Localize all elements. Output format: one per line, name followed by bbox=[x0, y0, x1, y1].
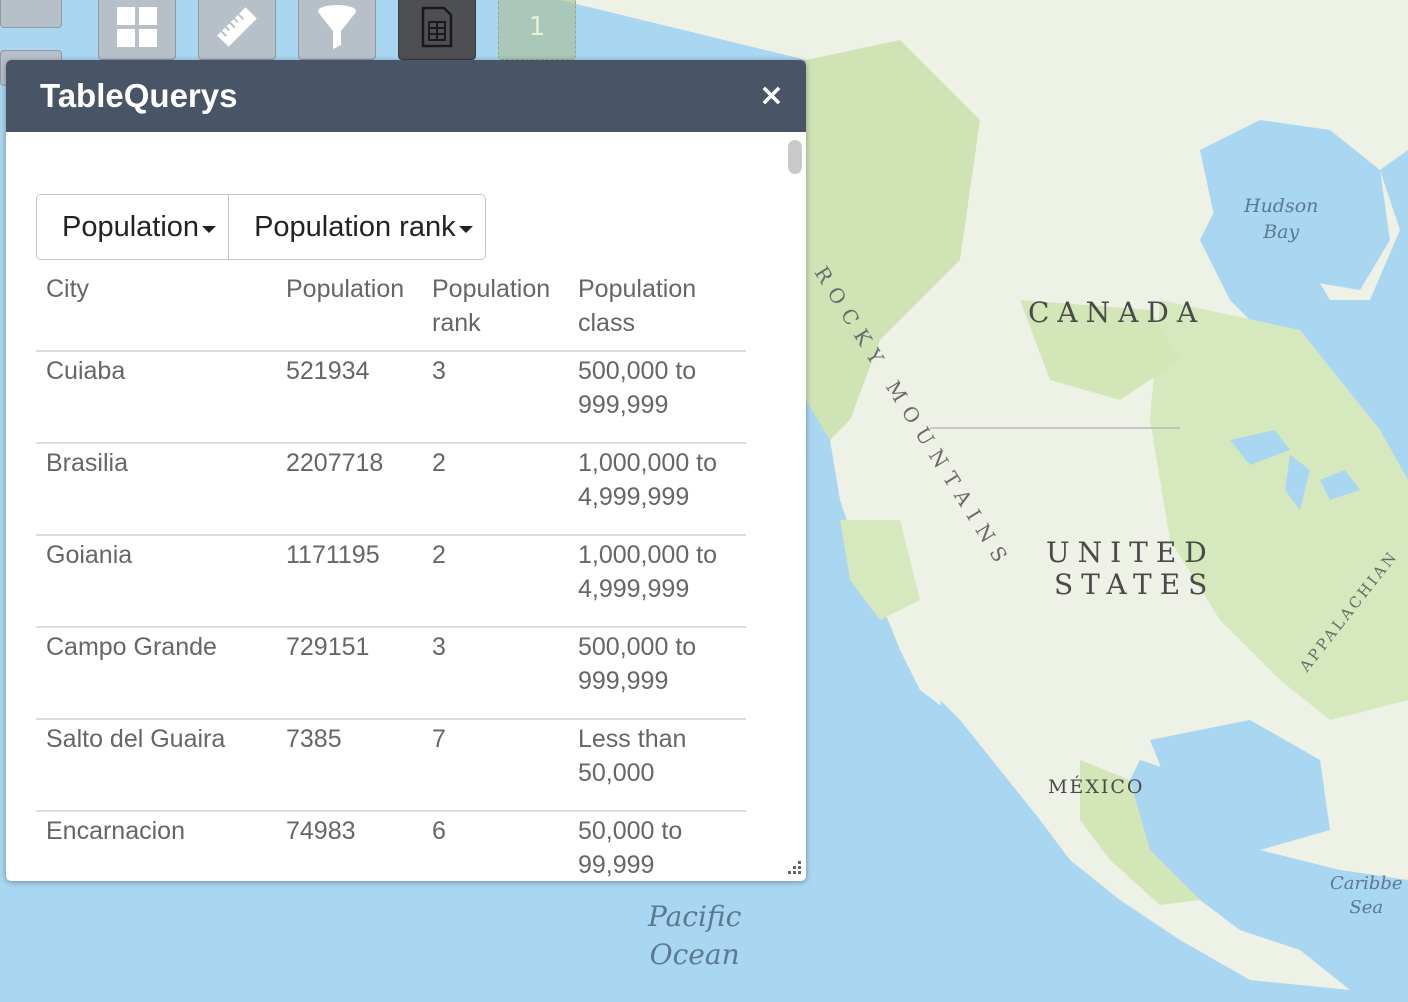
city-cell: Encarnacion bbox=[36, 810, 276, 881]
population-dropdown-label: Population bbox=[62, 210, 200, 243]
results-table: City Population Population rank Populati… bbox=[36, 270, 746, 881]
filter-funnel-icon bbox=[318, 5, 356, 49]
widgets-grid-icon bbox=[117, 7, 157, 47]
population-cell: 2207718 bbox=[276, 442, 422, 535]
population-rank-cell: 3 bbox=[422, 350, 568, 443]
table-row[interactable]: Encarnacion 74983 6 50,000 to 99,999 bbox=[36, 810, 746, 881]
table-button[interactable] bbox=[398, 0, 476, 60]
hudson-bay-line1: Hudson bbox=[1244, 195, 1319, 217]
measure-button[interactable] bbox=[198, 0, 276, 60]
table-row[interactable]: Cuiaba 521934 3 500,000 to 999,999 bbox=[36, 350, 746, 443]
widgets-button[interactable] bbox=[98, 0, 176, 60]
population-class-cell: Less than 50,000 bbox=[568, 718, 746, 811]
population-rank-dropdown-label: Population rank bbox=[254, 210, 456, 243]
filter-button[interactable] bbox=[298, 0, 376, 60]
population-cell: 1171195 bbox=[276, 534, 422, 627]
caribbean-sea-label: Caribbe Sea bbox=[1330, 872, 1403, 921]
table-row[interactable]: Salto del Guaira 7385 7 Less than 50,000 bbox=[36, 718, 746, 811]
population-rank-cell: 2 bbox=[422, 442, 568, 535]
panel-scrollbar[interactable] bbox=[786, 136, 802, 871]
canada-label: CANADA bbox=[1028, 296, 1206, 329]
table-row[interactable]: Goiania 1171195 2 1,000,000 to 4,999,999 bbox=[36, 534, 746, 627]
population-cell: 74983 bbox=[276, 810, 422, 881]
city-cell: Salto del Guaira bbox=[36, 718, 276, 811]
widget-toolbar: 1 bbox=[0, 0, 600, 60]
population-class-cell: 1,000,000 to 4,999,999 bbox=[568, 442, 746, 535]
population-dropdown[interactable]: Population bbox=[37, 195, 229, 259]
table-header-row: City Population Population rank Populati… bbox=[36, 270, 746, 351]
hudson-bay-line2: Bay bbox=[1263, 220, 1300, 243]
pacific-ocean-label: Pacific Ocean bbox=[648, 898, 741, 974]
population-rank-cell: 2 bbox=[422, 534, 568, 627]
city-cell: Goiania bbox=[36, 534, 276, 627]
caribbean-sea-line2: Sea bbox=[1349, 897, 1384, 919]
population-cell: 7385 bbox=[276, 718, 422, 811]
column-header-population[interactable]: Population bbox=[276, 270, 422, 351]
city-cell: Brasilia bbox=[36, 442, 276, 535]
column-header-population-class[interactable]: Population class bbox=[568, 270, 746, 351]
united-states-label-line1: UNITED bbox=[1046, 536, 1215, 569]
population-class-cell: 500,000 to 999,999 bbox=[568, 350, 746, 443]
city-cell: Campo Grande bbox=[36, 626, 276, 719]
caret-down-icon bbox=[202, 225, 217, 233]
panel-header[interactable]: TableQuerys × bbox=[6, 60, 806, 132]
population-rank-dropdown[interactable]: Population rank bbox=[228, 195, 485, 259]
panel-body: Population Population rank City Populati… bbox=[6, 132, 806, 881]
caribbean-sea-line1: Caribbe bbox=[1330, 873, 1403, 894]
population-cell: 729151 bbox=[276, 626, 422, 719]
population-rank-cell: 6 bbox=[422, 810, 568, 881]
population-class-cell: 50,000 to 99,999 bbox=[568, 810, 746, 881]
field-dropdown-group: Population Population rank bbox=[36, 194, 486, 260]
resize-grip-icon[interactable] bbox=[784, 859, 802, 877]
population-rank-cell: 7 bbox=[422, 718, 568, 811]
caret-down-icon bbox=[458, 225, 473, 233]
united-states-label-line2: STATES bbox=[1054, 568, 1216, 601]
population-cell: 521934 bbox=[276, 350, 422, 443]
population-class-cell: 1,000,000 to 4,999,999 bbox=[568, 534, 746, 627]
table-querys-panel: TableQuerys × Population Population rank… bbox=[6, 60, 806, 881]
table-row[interactable]: Campo Grande 729151 3 500,000 to 999,999 bbox=[36, 626, 746, 719]
measure-ruler-icon bbox=[217, 7, 257, 47]
pacific-ocean-line1: Pacific bbox=[648, 900, 742, 933]
population-rank-cell: 3 bbox=[422, 626, 568, 719]
pending-widget-badge[interactable]: 1 bbox=[498, 0, 576, 60]
table-row[interactable]: Brasilia 2207718 2 1,000,000 to 4,999,99… bbox=[36, 442, 746, 535]
population-class-cell: 500,000 to 999,999 bbox=[568, 626, 746, 719]
close-icon[interactable]: × bbox=[759, 81, 784, 111]
pacific-ocean-line2: Ocean bbox=[649, 937, 740, 971]
column-header-city[interactable]: City bbox=[36, 270, 276, 351]
city-cell: Cuiaba bbox=[36, 350, 276, 443]
table-spreadsheet-icon bbox=[421, 6, 453, 48]
panel-title: TableQuerys bbox=[40, 77, 238, 114]
column-header-population-rank[interactable]: Population rank bbox=[422, 270, 568, 351]
hudson-bay-label: Hudson Bay bbox=[1244, 194, 1318, 245]
mexico-label: MÉXICO bbox=[1048, 776, 1145, 798]
scrollbar-thumb[interactable] bbox=[788, 140, 802, 174]
